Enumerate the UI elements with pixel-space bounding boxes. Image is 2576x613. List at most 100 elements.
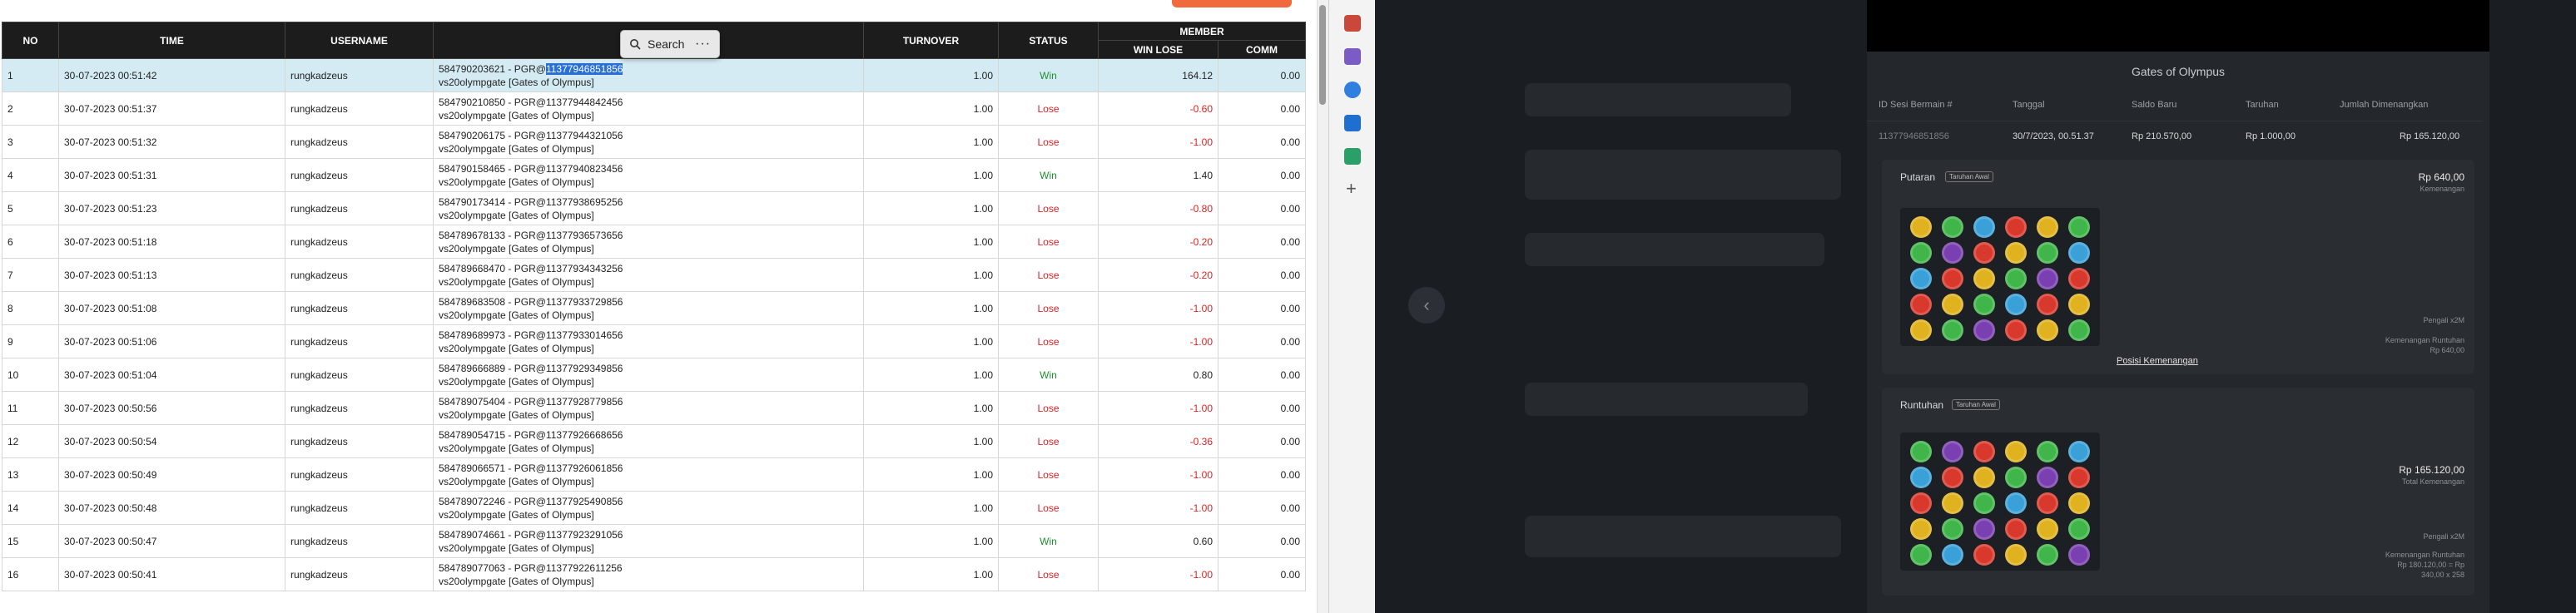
previous-arrow-icon[interactable]: ‹ <box>1408 287 1445 324</box>
spin-symbol-grid <box>1900 208 2100 346</box>
table-row[interactable]: 7 30-07-2023 00:51:13 rungkadzeus 584789668… <box>2 258 1306 292</box>
table-row[interactable]: 11 30-07-2023 00:50:56 rungkadzeus 58478907… <box>2 391 1306 425</box>
cell-status: Lose <box>998 125 1099 159</box>
cell-time: 30-07-2023 00:51:32 <box>58 125 285 159</box>
cell-time: 30-07-2023 00:51:31 <box>58 158 285 192</box>
search-icon <box>630 39 641 50</box>
info-line-2: vs20olympgate [Gates of Olympus] <box>439 375 594 388</box>
outlook-icon[interactable] <box>1344 115 1361 131</box>
spin-card: Putaran Taruhan Awal Rp 640,00 Kemenanga… <box>1882 160 2474 374</box>
cell-win-lose: -1.00 <box>1098 291 1219 325</box>
table-row[interactable]: 12 30-07-2023 00:50:54 rungkadzeus 58478905… <box>2 424 1306 458</box>
cell-username: rungkadzeus <box>285 457 434 492</box>
col-no[interactable]: NO <box>2 22 59 59</box>
symbol-icon <box>1942 441 1963 462</box>
symbol-icon <box>2068 467 2090 488</box>
info-line-1: 584790158465 - PGR@11377940823456 <box>439 162 623 175</box>
cell-no: 12 <box>2 424 59 458</box>
cell-comm: 0.00 <box>1218 225 1306 259</box>
winning-position-link[interactable]: Posisi Kemenangan <box>2117 356 2198 366</box>
cell-info: 584789075404 - PGR@11377928779856 vs20oly… <box>433 391 864 425</box>
page-scrollbar-thumb[interactable] <box>1319 5 1326 105</box>
table-row[interactable]: 3 30-07-2023 00:51:32 rungkadzeus 584790206… <box>2 125 1306 159</box>
col-username[interactable]: USERNAME <box>285 22 434 59</box>
cell-comm: 0.00 <box>1218 158 1306 192</box>
cell-info: 584789668470 - PGR@11377934343256 vs20oly… <box>433 258 864 292</box>
col-comm[interactable]: COMM <box>1218 40 1306 59</box>
table-row[interactable]: 4 30-07-2023 00:51:31 rungkadzeus 584790158… <box>2 158 1306 192</box>
settings-icon[interactable] <box>1344 82 1361 98</box>
symbol-icon <box>2037 216 2058 238</box>
symbol-icon <box>1973 242 1995 264</box>
table-row[interactable]: 16 30-07-2023 00:50:41 rungkadzeus 58478907… <box>2 557 1306 591</box>
cell-turnover: 1.00 <box>863 491 999 525</box>
search-label[interactable]: Search <box>648 37 684 51</box>
cell-win-lose: -1.00 <box>1098 557 1219 591</box>
table-row[interactable]: 9 30-07-2023 00:51:06 rungkadzeus 584789689… <box>2 324 1306 358</box>
balance-value: Rp 210.570,00 <box>2132 131 2192 141</box>
cell-username: rungkadzeus <box>285 424 434 458</box>
cell-no: 14 <box>2 491 59 525</box>
cell-username: rungkadzeus <box>285 524 434 558</box>
session-id-value: 11377946851856 <box>1879 131 1949 141</box>
info-line-2: vs20olympgate [Gates of Olympus] <box>439 475 594 487</box>
symbol-icon <box>2068 319 2090 341</box>
cell-win-lose: -1.00 <box>1098 125 1219 159</box>
info-line-1: 584789072246 - PGR@11377925490856 <box>439 495 623 507</box>
cell-info: 584790173414 - PGR@11377938695256 vs20oly… <box>433 191 864 225</box>
table-row[interactable]: 13 30-07-2023 00:50:49 rungkadzeus 58478906… <box>2 457 1306 492</box>
table-row[interactable]: 1 30-07-2023 00:51:42 rungkadzeus 584790203… <box>2 58 1306 92</box>
cell-no: 15 <box>2 524 59 558</box>
cell-info: 584789066571 - PGR@11377926061856 vs20oly… <box>433 457 864 492</box>
selection-search-popup[interactable]: Search ··· <box>620 30 720 58</box>
table-row[interactable]: 6 30-07-2023 00:51:18 rungkadzeus 584789678… <box>2 225 1306 259</box>
col-time[interactable]: TIME <box>58 22 285 59</box>
symbol-icon <box>2005 294 2027 315</box>
symbol-icon <box>2068 268 2090 289</box>
cell-status: Lose <box>998 225 1099 259</box>
add-icon[interactable]: + <box>1346 178 1357 200</box>
report-page: NO TIME USERNAME INFO TURNOVER STATUS ME… <box>0 0 1328 613</box>
selected-text[interactable]: 11377946851856 <box>545 62 623 75</box>
cell-username: rungkadzeus <box>285 191 434 225</box>
cell-comm: 0.00 <box>1218 258 1306 292</box>
symbol-icon <box>1973 492 1995 514</box>
table-row[interactable]: 10 30-07-2023 00:51:04 rungkadzeus 58478966… <box>2 358 1306 392</box>
info-line-2: vs20olympgate [Gates of Olympus] <box>439 309 594 321</box>
table-row[interactable]: 8 30-07-2023 00:51:08 rungkadzeus 584789683… <box>2 291 1306 325</box>
cell-status: Lose <box>998 191 1099 225</box>
cell-info: 584789683508 - PGR@11377933729856 vs20oly… <box>433 291 864 325</box>
symbol-icon <box>2068 242 2090 264</box>
table-row[interactable]: 15 30-07-2023 00:50:47 rungkadzeus 58478907… <box>2 524 1306 558</box>
top-action-button[interactable] <box>1172 0 1292 7</box>
people-icon[interactable] <box>1344 48 1361 65</box>
cell-status: Lose <box>998 291 1099 325</box>
cell-comm: 0.00 <box>1218 324 1306 358</box>
cell-win-lose: -0.80 <box>1098 191 1219 225</box>
more-options-icon[interactable]: ··· <box>695 37 711 52</box>
symbol-icon <box>2005 216 2027 238</box>
col-turnover[interactable]: TURNOVER <box>863 22 999 59</box>
col-status[interactable]: STATUS <box>998 22 1099 59</box>
cell-comm: 0.00 <box>1218 424 1306 458</box>
toolbox-icon[interactable] <box>1344 15 1361 32</box>
info-line-2: vs20olympgate [Gates of Olympus] <box>439 275 594 288</box>
symbol-icon <box>1910 518 1932 540</box>
table-row[interactable]: 2 30-07-2023 00:51:37 rungkadzeus 584790210… <box>2 91 1306 126</box>
cell-info: 584789074661 - PGR@11377923291056 vs20oly… <box>433 524 864 558</box>
symbol-icon <box>1942 268 1963 289</box>
symbol-icon <box>2005 319 2027 341</box>
info-line-2: vs20olympgate [Gates of Olympus] <box>439 575 594 587</box>
info-line-1: 584789683508 - PGR@11377933729856 <box>439 295 623 308</box>
games-icon[interactable] <box>1344 148 1361 165</box>
col-win-lose[interactable]: WIN LOSE <box>1098 40 1219 59</box>
info-line-1: 584790203621 - PGR@11377946851856 <box>439 62 623 75</box>
cascade-formula-1: Rp 180.120,00 = Rp <box>2397 561 2464 569</box>
symbol-icon <box>1973 518 1995 540</box>
cell-time: 30-07-2023 00:51:13 <box>58 258 285 292</box>
cell-username: rungkadzeus <box>285 391 434 425</box>
cell-comm: 0.00 <box>1218 91 1306 126</box>
cell-info: 584789077063 - PGR@11377922611256 vs20oly… <box>433 557 864 591</box>
table-row[interactable]: 5 30-07-2023 00:51:23 rungkadzeus 584790173… <box>2 191 1306 225</box>
table-row[interactable]: 14 30-07-2023 00:50:48 rungkadzeus 58478907… <box>2 491 1306 525</box>
